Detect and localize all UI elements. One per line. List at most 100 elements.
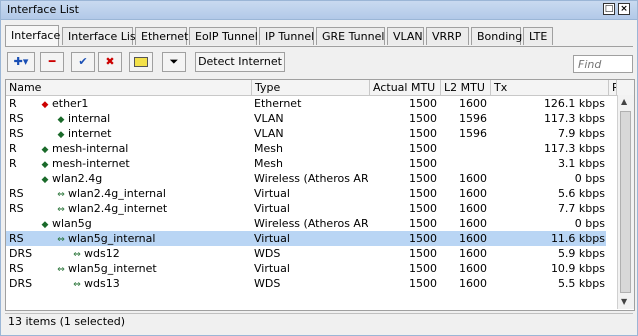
row-flags bbox=[9, 171, 37, 186]
table-row[interactable]: RS ⇔ wlan5g_internal Virtual 1500 1600 11.6 kb… bbox=[6, 231, 606, 246]
table-row[interactable]: RS ⇔ wlan5g_internet Virtual 1500 1600 10.9 kb… bbox=[6, 261, 606, 276]
close-icon[interactable]: × bbox=[618, 3, 630, 15]
row-name-cell: ⇔ wlan5g_internet bbox=[54, 261, 248, 276]
row-flags: R bbox=[9, 157, 17, 170]
row-l2-mtu: 1596 bbox=[459, 127, 487, 140]
row-tx: 7.9 kbps bbox=[557, 127, 605, 140]
find-input[interactable] bbox=[573, 55, 633, 73]
row-l2-mtu: 1600 bbox=[459, 187, 487, 200]
row-flags: RS bbox=[9, 112, 24, 125]
title-bar[interactable]: Interface List □ × bbox=[1, 1, 637, 20]
col-name[interactable]: Name bbox=[6, 80, 252, 95]
interface-icon: ◆ bbox=[41, 175, 49, 185]
filter-icon[interactable]: ⏷ bbox=[162, 52, 186, 72]
row-name-cell: ◆ wlan2.4g bbox=[38, 171, 248, 186]
row-flags: RS bbox=[9, 127, 24, 140]
tab-vrrp[interactable]: VRRP bbox=[426, 27, 469, 45]
row-actual-mtu: 1500 bbox=[409, 277, 437, 290]
row-type: WDS bbox=[254, 277, 281, 290]
col-tx[interactable]: Tx bbox=[491, 80, 609, 95]
table-row[interactable]: RS ◆ internal VLAN 1500 1596 117.3 kbps bbox=[6, 111, 606, 126]
table-row[interactable]: RS ⇔ wlan2.4g_internal Virtual 1500 1600 5.6 k… bbox=[6, 186, 606, 201]
row-tx: 11.6 kbps bbox=[550, 232, 605, 245]
row-l2-mtu: 1600 bbox=[459, 277, 487, 290]
row-type: Virtual bbox=[254, 187, 290, 200]
disable-icon[interactable]: ✖ bbox=[98, 52, 122, 72]
row-name-cell: ◆ internal bbox=[54, 111, 248, 126]
row-type: VLAN bbox=[254, 127, 284, 140]
tab-gre-tunnel[interactable]: GRE Tunnel bbox=[316, 27, 385, 45]
scroll-thumb[interactable] bbox=[620, 111, 631, 293]
row-l2-mtu: 1600 bbox=[459, 217, 487, 230]
row-tx: 7.7 kbps bbox=[557, 202, 605, 215]
row-actual-mtu: 1500 bbox=[409, 262, 437, 275]
row-name-cell: ◆ wlan5g bbox=[38, 216, 248, 231]
tab-ethernet[interactable]: Ethernet bbox=[135, 27, 188, 45]
row-actual-mtu: 1500 bbox=[409, 127, 437, 140]
virtual-interface-icon: ⇔ bbox=[73, 250, 81, 260]
interface-icon: ◆ bbox=[57, 130, 65, 140]
col-rx[interactable]: R bbox=[609, 80, 617, 95]
col-type[interactable]: Type bbox=[252, 80, 370, 95]
tab-interface[interactable]: Interface bbox=[5, 25, 60, 46]
row-type: Ethernet bbox=[254, 97, 302, 110]
interface-icon: ◆ bbox=[41, 160, 49, 170]
row-flags: RS bbox=[9, 202, 24, 215]
table-header: Name Type Actual MTU L2 MTU Tx R bbox=[6, 80, 634, 96]
row-name: internet bbox=[68, 127, 112, 140]
table-row[interactable]: R ◆ mesh-internal Mesh 1500 117.3 kbps bbox=[6, 141, 606, 156]
row-l2-mtu: 1600 bbox=[459, 232, 487, 245]
row-actual-mtu: 1500 bbox=[409, 202, 437, 215]
tab-vlan[interactable]: VLAN bbox=[387, 27, 424, 45]
row-flags: RS bbox=[9, 262, 24, 275]
enable-icon[interactable]: ✔ bbox=[71, 52, 95, 72]
row-l2-mtu bbox=[441, 141, 487, 156]
add-icon[interactable]: ✚▾ bbox=[7, 52, 35, 72]
virtual-interface-icon: ⇔ bbox=[57, 190, 65, 200]
interface-table: Name Type Actual MTU L2 MTU Tx R R◆ether… bbox=[5, 79, 635, 311]
scroll-up-icon[interactable]: ▲ bbox=[621, 97, 627, 106]
tab-lte[interactable]: LTE bbox=[523, 27, 553, 45]
row-flags bbox=[9, 216, 37, 231]
vertical-scrollbar[interactable]: ▲ ▼ bbox=[617, 95, 634, 309]
comment-icon[interactable] bbox=[129, 52, 153, 72]
row-name: wlan2.4g_internet bbox=[68, 202, 168, 215]
table-row[interactable]: ◆wlan5g Wireless (Atheros AR9... 1500 1600 0… bbox=[6, 216, 606, 231]
row-tx: 126.1 kbps bbox=[543, 97, 605, 110]
row-flags: R bbox=[9, 97, 17, 110]
row-tx: 0 bps bbox=[574, 172, 605, 185]
table-row[interactable]: RS ⇔ wlan2.4g_internet Virtual 1500 1600 7.7 k… bbox=[6, 201, 606, 216]
tab-ip-tunnel[interactable]: IP Tunnel bbox=[259, 27, 314, 45]
table-row[interactable]: R ◆ ether1 Ethernet 1500 1600 126.1 kbps bbox=[6, 96, 606, 111]
interface-list-window: Interface List □ × Interface Interface L… bbox=[0, 0, 638, 336]
restore-icon[interactable]: □ bbox=[603, 3, 615, 15]
col-actual-mtu[interactable]: Actual MTU bbox=[370, 80, 441, 95]
table-row[interactable]: DRS ⇔ wds12 WDS 1500 1600 5.9 kbps bbox=[6, 246, 606, 261]
row-l2-mtu: 1600 bbox=[459, 262, 487, 275]
status-bar: 13 items (1 selected) bbox=[5, 313, 633, 331]
row-actual-mtu: 1500 bbox=[409, 217, 437, 230]
row-tx: 10.9 kbps bbox=[550, 262, 605, 275]
table-row[interactable]: DRS ⇔ wds13 WDS 1500 1600 5.5 kbps bbox=[6, 276, 606, 291]
interface-icon: ◆ bbox=[41, 220, 49, 230]
row-actual-mtu: 1500 bbox=[409, 142, 437, 155]
col-l2-mtu[interactable]: L2 MTU bbox=[441, 80, 491, 95]
window-title: Interface List bbox=[7, 3, 79, 16]
tab-bonding[interactable]: Bonding bbox=[471, 27, 522, 45]
row-name: mesh-internal bbox=[52, 142, 129, 155]
row-flags: RS bbox=[9, 232, 24, 245]
row-type: Mesh bbox=[254, 157, 283, 170]
table-row[interactable]: R ◆ mesh-internet Mesh 1500 3.1 kbps bbox=[6, 156, 606, 171]
tab-eoip-tunnel[interactable]: EoIP Tunnel bbox=[189, 27, 258, 45]
table-row[interactable]: ◆wlan2.4g Wireless (Atheros AR9... 1500 160… bbox=[6, 171, 606, 186]
detect-internet-button[interactable]: Detect Internet bbox=[195, 52, 285, 72]
row-tx: 5.6 kbps bbox=[557, 187, 605, 200]
remove-icon[interactable]: ━ bbox=[40, 52, 64, 72]
row-name-cell: ⇔ wlan2.4g_internal bbox=[54, 186, 248, 201]
row-l2-mtu: 1600 bbox=[459, 202, 487, 215]
row-name: internal bbox=[68, 112, 111, 125]
table-row[interactable]: RS ◆ internet VLAN 1500 1596 7.9 kbps bbox=[6, 126, 606, 141]
tab-interface-list[interactable]: Interface List bbox=[62, 27, 140, 45]
row-l2-mtu bbox=[441, 156, 487, 171]
scroll-down-icon[interactable]: ▼ bbox=[621, 297, 627, 306]
